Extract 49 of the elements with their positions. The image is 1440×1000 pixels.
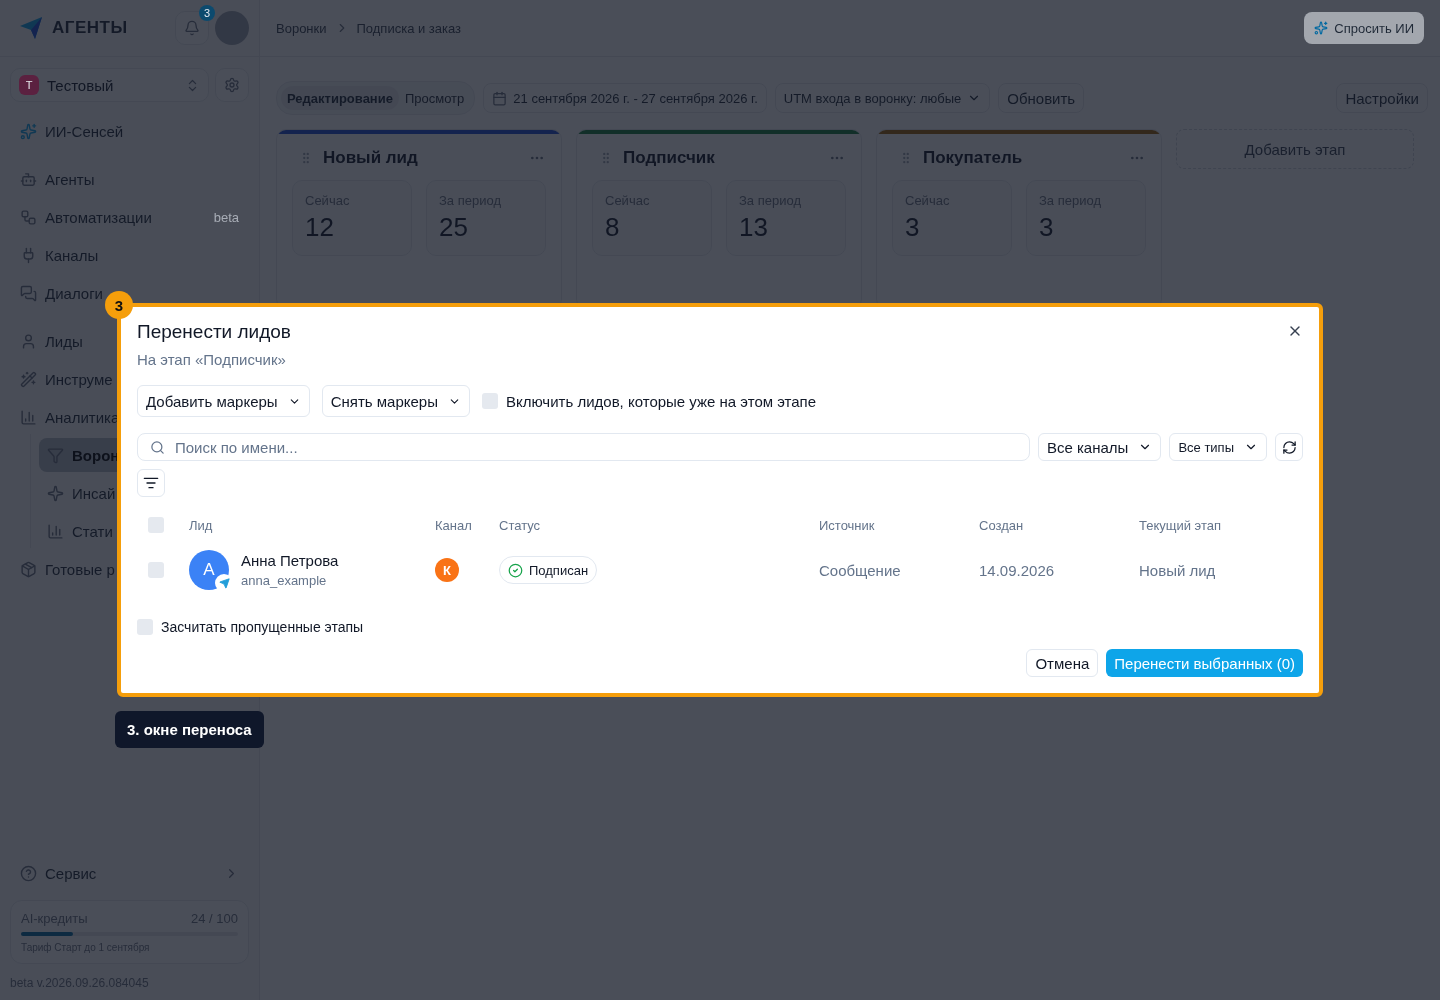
column-header: Источник bbox=[819, 517, 876, 533]
row-checkbox[interactable] bbox=[148, 562, 164, 578]
remove-markers-dropdown[interactable]: Снять маркеры bbox=[321, 385, 470, 417]
refresh-button[interactable] bbox=[1275, 433, 1303, 461]
refresh-icon bbox=[1281, 439, 1297, 455]
column-header: Создан bbox=[979, 517, 1025, 533]
column-header: Канал bbox=[435, 517, 473, 533]
ask-ai-button[interactable]: Спросить ИИ bbox=[1304, 12, 1424, 44]
beta-label: beta bbox=[213, 209, 239, 225]
column-header: Лид bbox=[189, 517, 214, 533]
dialog-subtitle: На этап «Подписчик» bbox=[137, 351, 286, 368]
submit-button[interactable]: Перенести выбранных (0) bbox=[1106, 649, 1303, 677]
metric-value: 25 bbox=[439, 212, 469, 243]
cancel-button[interactable]: Отмена bbox=[1026, 649, 1099, 677]
lead-avatar: A bbox=[189, 550, 229, 590]
paper-plane-icon bbox=[218, 577, 230, 589]
search-icon bbox=[150, 439, 165, 455]
metric-value: 13 bbox=[739, 212, 769, 243]
metric-value: 3 bbox=[1039, 212, 1055, 243]
table-cell-text: Новый лид bbox=[1139, 561, 1217, 579]
table-cell-text: 14.09.2026 bbox=[979, 561, 1056, 579]
workspace-initial: Т bbox=[19, 75, 39, 95]
lead-name: Анна Петрова bbox=[241, 552, 339, 569]
checkbox-label: Включить лидов, которые уже на этом этапе bbox=[505, 392, 817, 410]
metric-value: 8 bbox=[605, 212, 621, 243]
column-header: Статус bbox=[499, 517, 542, 533]
checkbox[interactable] bbox=[481, 393, 498, 409]
checkbox-label: Засчитать пропущенные этапы bbox=[161, 619, 364, 635]
stage-title: Новый лид bbox=[323, 148, 419, 168]
channel-badge: К bbox=[435, 558, 459, 582]
filter-lines-icon bbox=[143, 475, 159, 491]
dialog-title: Перенести лидов bbox=[137, 321, 291, 343]
lead-username: anna_example bbox=[241, 573, 328, 588]
tooltip: 3. окне переноса bbox=[115, 711, 264, 748]
check-circle-icon bbox=[508, 562, 523, 578]
channel-filter[interactable]: Все каналы bbox=[1037, 433, 1162, 461]
select-all-checkbox[interactable] bbox=[148, 517, 164, 533]
column-header: Текущий этап bbox=[1139, 517, 1223, 533]
stage-title: Покупатель bbox=[923, 148, 1024, 168]
metric-value: 12 bbox=[305, 212, 335, 243]
filter-button[interactable] bbox=[137, 469, 165, 497]
checkbox[interactable] bbox=[137, 619, 153, 635]
metric-value: 3 bbox=[905, 212, 921, 243]
sparkles-icon bbox=[1314, 21, 1329, 35]
search-field[interactable]: Поиск по имени... bbox=[137, 433, 1030, 461]
type-filter[interactable]: Все типы bbox=[1169, 433, 1267, 461]
add-markers-dropdown[interactable]: Добавить маркеры bbox=[137, 385, 310, 417]
table-cell-text: Сообщение bbox=[819, 561, 902, 579]
stage-title: Подписчик bbox=[623, 148, 716, 168]
